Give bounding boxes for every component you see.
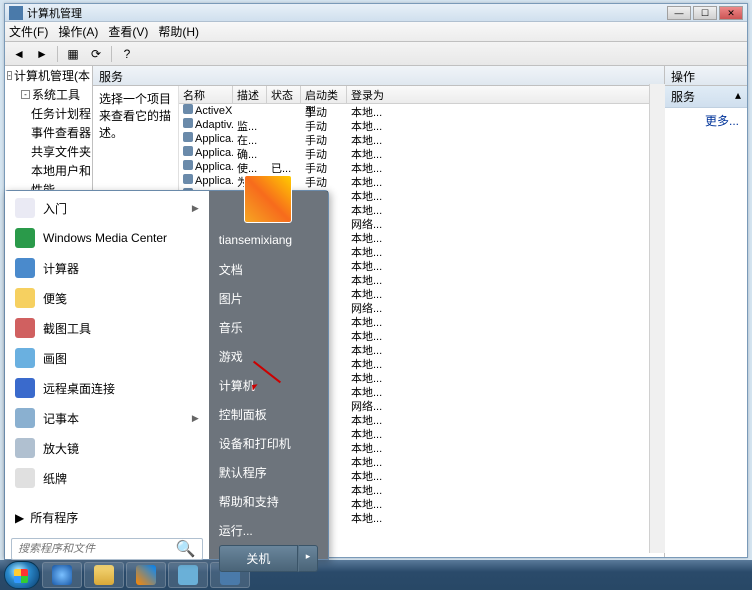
- app-icon: [15, 468, 35, 488]
- shutdown-options-button[interactable]: ▸: [298, 545, 318, 572]
- toolbar: ◄ ► ▦ ⟳ ?: [5, 42, 747, 66]
- col-name[interactable]: 名称: [179, 86, 233, 103]
- app-icon: [15, 378, 35, 398]
- menu-help[interactable]: 帮助(H): [158, 23, 199, 40]
- start-app-item[interactable]: 截图工具: [7, 313, 207, 343]
- more-actions-link[interactable]: 更多...: [665, 108, 747, 133]
- start-app-item[interactable]: 便笺: [7, 283, 207, 313]
- tree-root: -计算机管理(本: [5, 66, 92, 85]
- start-app-item[interactable]: 计算器: [7, 253, 207, 283]
- start-right-link[interactable]: 默认程序: [209, 458, 328, 487]
- service-row[interactable]: Adaptiv...监...手动本地...: [179, 118, 664, 132]
- start-right-link[interactable]: 运行...: [209, 516, 328, 545]
- menu-action[interactable]: 操作(A): [58, 23, 98, 40]
- tree-eventviewer: 事件查看器: [5, 123, 92, 142]
- submenu-arrow-icon: ▶: [192, 413, 199, 424]
- forward-button[interactable]: ►: [32, 44, 52, 64]
- app-icon: [15, 258, 35, 278]
- col-desc[interactable]: 描述: [233, 86, 267, 103]
- service-row[interactable]: Applica...使...已...手动本地...: [179, 160, 664, 174]
- start-app-item[interactable]: 画图: [7, 343, 207, 373]
- show-hide-button[interactable]: ▦: [63, 44, 83, 64]
- service-row[interactable]: Applica...在...手动本地...: [179, 132, 664, 146]
- submenu-arrow-icon: ▶: [192, 203, 199, 214]
- start-right-link[interactable]: 控制面板: [209, 400, 328, 429]
- start-app-item[interactable]: 入门▶: [7, 193, 207, 223]
- maximize-button[interactable]: ☐: [693, 6, 717, 20]
- tree-systools: -系统工具: [5, 85, 92, 104]
- app-icon: [15, 408, 35, 428]
- taskbar-app1[interactable]: [168, 562, 208, 588]
- content-header: 服务: [93, 66, 664, 86]
- all-programs-button[interactable]: ▶ 所有程序: [5, 503, 209, 532]
- refresh-button[interactable]: ⟳: [86, 44, 106, 64]
- start-menu: 入门▶Windows Media Center计算器便笺截图工具画图远程桌面连接…: [4, 190, 329, 560]
- back-button[interactable]: ◄: [9, 44, 29, 64]
- search-input[interactable]: [18, 543, 176, 555]
- menubar: 文件(F) 操作(A) 查看(V) 帮助(H): [5, 22, 747, 42]
- start-app-item[interactable]: Windows Media Center: [7, 223, 207, 253]
- app-icon: [15, 318, 35, 338]
- col-logon[interactable]: 登录为: [347, 86, 664, 103]
- arrow-icon: ▶: [15, 511, 24, 525]
- start-right-link[interactable]: 设备和打印机: [209, 429, 328, 458]
- start-app-item[interactable]: 放大镜: [7, 433, 207, 463]
- actions-sub: 服务 ▴: [665, 86, 747, 108]
- user-avatar[interactable]: [244, 175, 292, 223]
- tree-shared: 共享文件夹: [5, 142, 92, 161]
- taskbar-explorer[interactable]: [84, 562, 124, 588]
- titlebar[interactable]: 计算机管理 — ☐ ✕: [5, 4, 747, 22]
- close-button[interactable]: ✕: [719, 6, 743, 20]
- search-box[interactable]: 🔍: [11, 538, 203, 560]
- start-app-item[interactable]: 纸牌: [7, 463, 207, 493]
- app-icon: [15, 228, 35, 248]
- col-startup[interactable]: 启动类型: [301, 86, 347, 103]
- start-button[interactable]: [4, 561, 40, 589]
- menu-view[interactable]: 查看(V): [108, 23, 148, 40]
- search-icon: 🔍: [176, 539, 196, 559]
- shutdown-button[interactable]: 关机: [219, 545, 298, 572]
- app-icon: [15, 198, 35, 218]
- app-icon: [9, 6, 23, 20]
- taskbar[interactable]: [0, 560, 752, 590]
- vertical-scrollbar[interactable]: [649, 84, 665, 553]
- app-icon: [15, 348, 35, 368]
- taskbar-wmp[interactable]: [126, 562, 166, 588]
- tree-scheduler: 任务计划程: [5, 104, 92, 123]
- service-row[interactable]: Applica...确...手动本地...: [179, 146, 664, 160]
- collapse-icon[interactable]: ▴: [735, 88, 741, 105]
- user-name[interactable]: tiansemixiang: [209, 229, 328, 255]
- app-icon: [15, 288, 35, 308]
- window-title: 计算机管理: [27, 5, 82, 21]
- expander-icon[interactable]: -: [7, 71, 12, 80]
- start-right-link[interactable]: 图片: [209, 284, 328, 313]
- menu-file[interactable]: 文件(F): [9, 23, 48, 40]
- tree-users: 本地用户和: [5, 161, 92, 180]
- start-right-link[interactable]: 游戏: [209, 342, 328, 371]
- start-right-link[interactable]: 音乐: [209, 313, 328, 342]
- taskbar-ie[interactable]: [42, 562, 82, 588]
- start-right-link[interactable]: 计算机: [209, 371, 328, 400]
- expander-icon[interactable]: -: [21, 90, 30, 99]
- start-right-link[interactable]: 帮助和支持: [209, 487, 328, 516]
- service-row[interactable]: ActiveX...手动本地...: [179, 104, 664, 118]
- col-status[interactable]: 状态: [267, 86, 301, 103]
- help-button[interactable]: ?: [117, 44, 137, 64]
- start-right-link[interactable]: 文档: [209, 255, 328, 284]
- actions-header: 操作: [665, 66, 747, 86]
- start-app-item[interactable]: 远程桌面连接: [7, 373, 207, 403]
- list-header[interactable]: 名称 描述 状态 启动类型 登录为: [179, 86, 664, 104]
- actions-panel: 操作 服务 ▴ 更多...: [665, 66, 747, 557]
- minimize-button[interactable]: —: [667, 6, 691, 20]
- app-icon: [15, 438, 35, 458]
- start-app-item[interactable]: 记事本▶: [7, 403, 207, 433]
